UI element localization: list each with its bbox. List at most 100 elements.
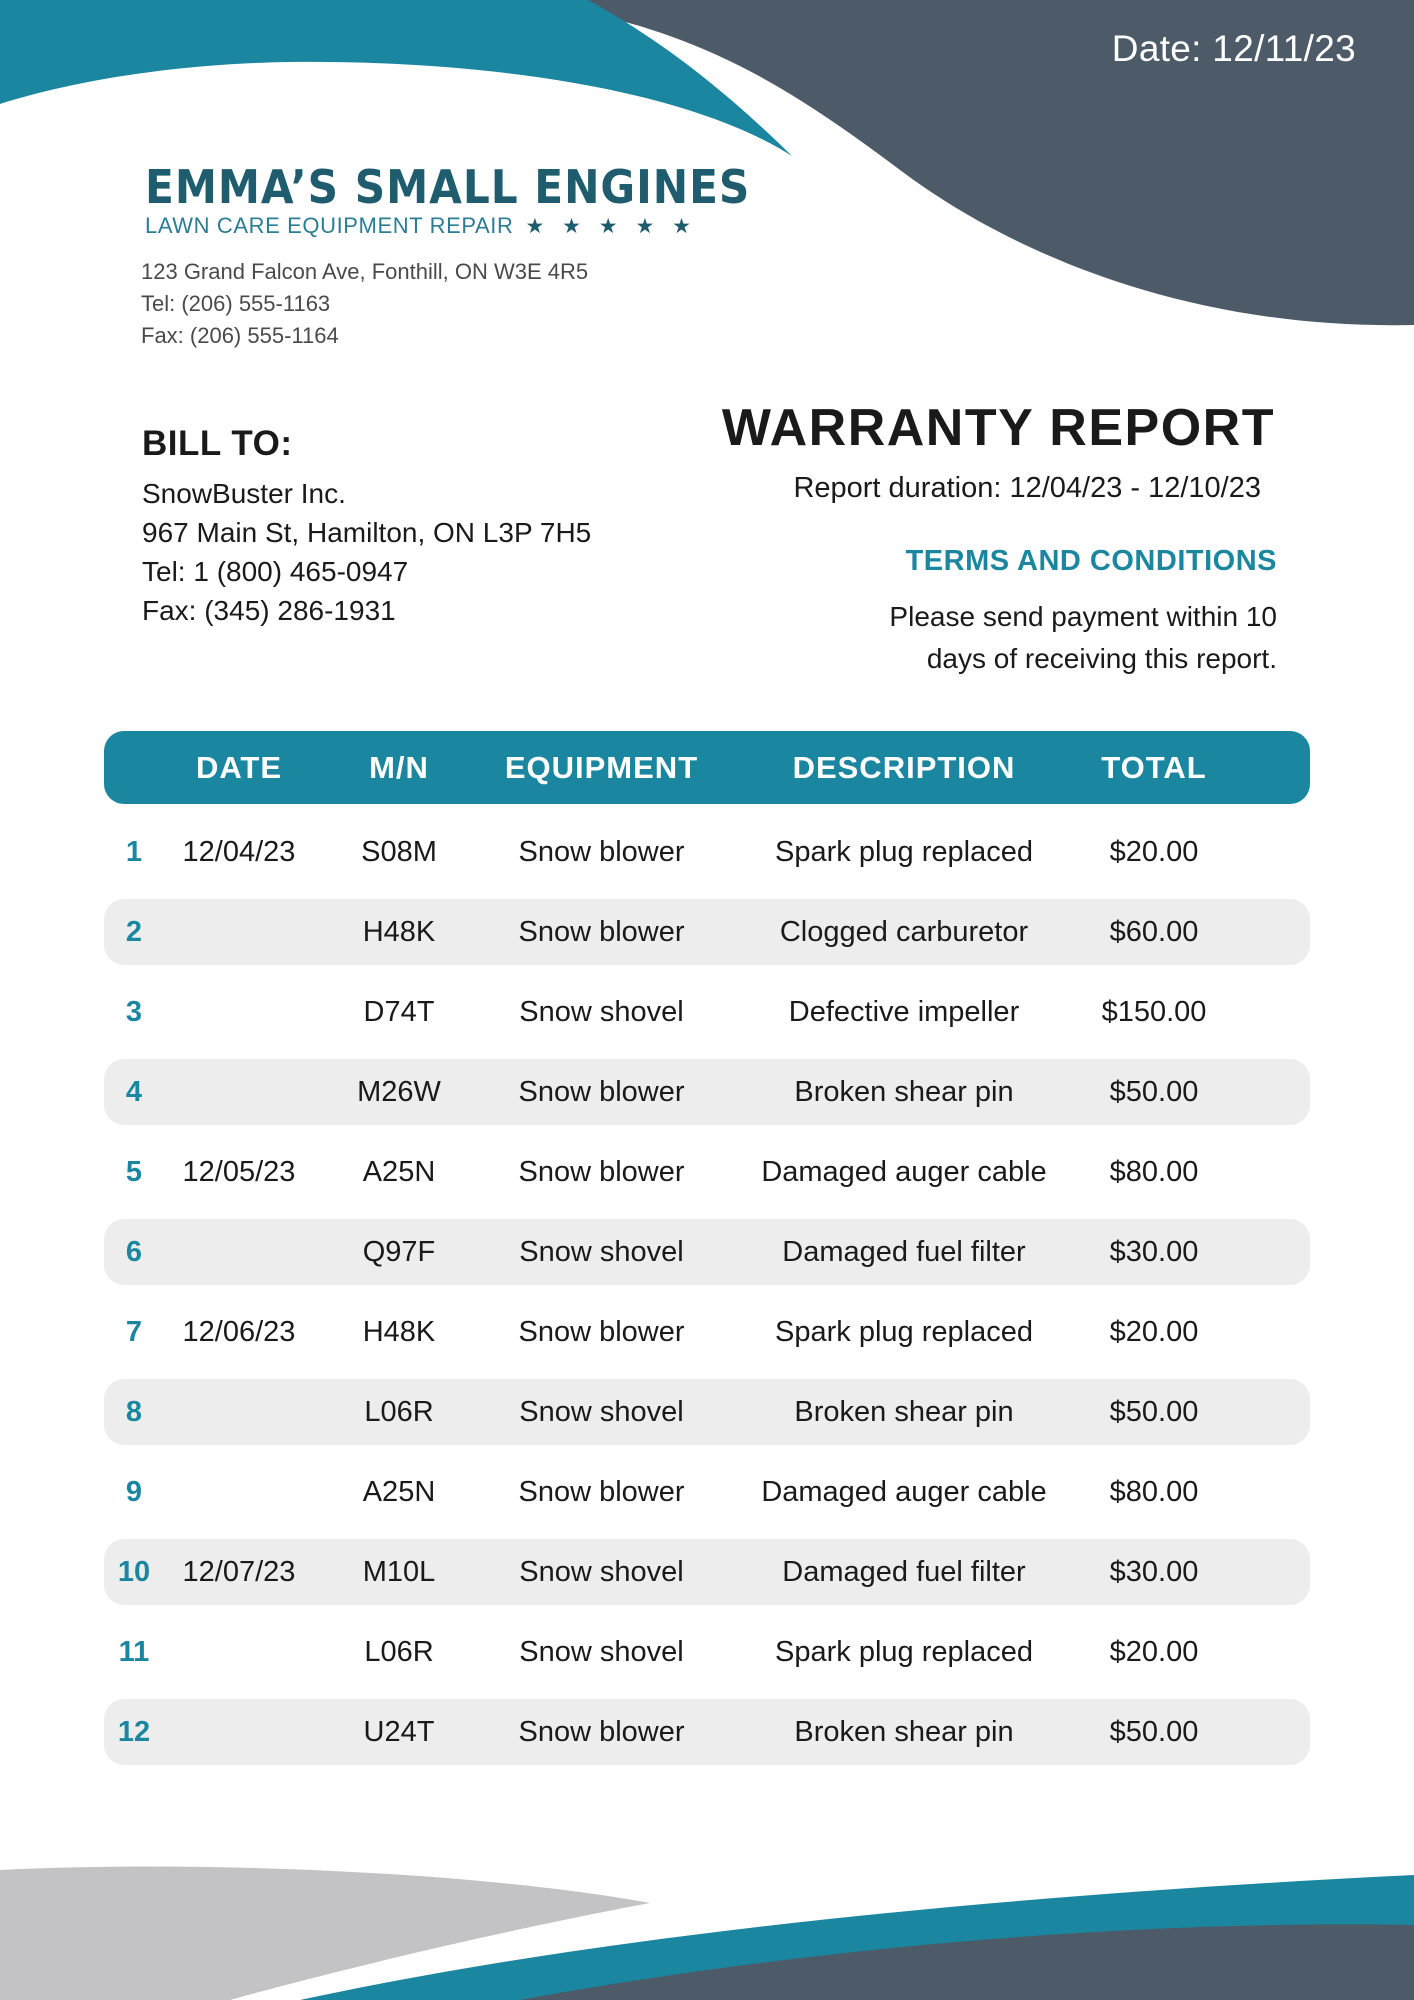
table-row: 3 D74T Snow shovel Defective impeller $1… — [104, 979, 1310, 1045]
row-total: $60.00 — [1109, 915, 1199, 948]
row-mn: M10L — [362, 1555, 436, 1588]
row-description: Damaged auger cable — [761, 1155, 1047, 1188]
row-equipment: Snow shovel — [519, 1555, 684, 1588]
row-equipment: Snow shovel — [519, 1395, 684, 1428]
bill-to-address: 967 Main St, Hamilton, ON L3P 7H5 — [142, 517, 592, 548]
table-row: 10 12/07/23 M10L Snow shovel Damaged fue… — [104, 1539, 1310, 1605]
row-number: 9 — [125, 1475, 143, 1508]
table-row: 9 A25N Snow blower Damaged auger cable $… — [104, 1459, 1310, 1525]
header-mn: M/N — [369, 749, 429, 785]
row-number: 8 — [125, 1395, 143, 1428]
company-contact: 123 Grand Falcon Ave, Fonthill, ON W3E 4… — [141, 256, 588, 352]
row-equipment: Snow blower — [518, 915, 685, 948]
report-duration: Report duration: 12/04/23 - 12/10/23 — [793, 472, 1261, 504]
terms-line: Please send payment within 10 — [889, 601, 1277, 632]
row-date: 12/06/23 — [182, 1315, 296, 1348]
row-mn: Q97F — [362, 1235, 436, 1268]
bill-to-fax: Fax: (345) 286-1931 — [142, 595, 396, 626]
row-mn: H48K — [362, 915, 436, 948]
row-number: 11 — [118, 1635, 150, 1668]
table-row: 8 L06R Snow shovel Broken shear pin $50.… — [104, 1379, 1310, 1445]
bottom-teal-wave — [300, 1875, 1414, 2000]
row-total: $20.00 — [1109, 835, 1199, 868]
top-teal-swoosh — [0, 0, 792, 156]
row-total: $50.00 — [1109, 1395, 1199, 1428]
row-mn: L06R — [364, 1395, 434, 1428]
table-row: 11 L06R Snow shovel Spark plug replaced … — [104, 1619, 1310, 1685]
table-row: 5 12/05/23 A25N Snow blower Damaged auge… — [104, 1139, 1310, 1205]
row-description: Defective impeller — [788, 995, 1020, 1028]
row-total: $30.00 — [1109, 1235, 1199, 1268]
row-equipment: Snow blower — [518, 1475, 685, 1508]
row-mn: S08M — [361, 835, 437, 868]
terms-text: Please send payment within 10 days of re… — [577, 596, 1277, 680]
row-date: 12/07/23 — [182, 1555, 296, 1588]
row-total: $30.00 — [1109, 1555, 1199, 1588]
row-mn: U24T — [363, 1715, 435, 1748]
header-equipment: EQUIPMENT — [504, 749, 699, 785]
row-description: Spark plug replaced — [775, 835, 1033, 868]
table-body: 1 12/04/23 S08M Snow blower Spark plug r… — [104, 819, 1310, 1765]
bottom-slate-wave — [520, 1924, 1414, 2000]
row-description: Damaged fuel filter — [782, 1235, 1026, 1268]
row-number: 5 — [125, 1155, 143, 1188]
report-header: WARRANTY REPORT Report duration: 12/04/2… — [577, 398, 1277, 680]
row-mn: H48K — [362, 1315, 436, 1348]
bill-to-name: SnowBuster Inc. — [142, 478, 346, 509]
terms-heading: TERMS AND CONDITIONS — [905, 545, 1277, 577]
table-row: 7 12/06/23 H48K Snow blower Spark plug r… — [104, 1299, 1310, 1365]
row-number: 6 — [125, 1235, 143, 1268]
company-tel: Tel: (206) 555-1163 — [141, 291, 331, 316]
row-description: Spark plug replaced — [775, 1315, 1033, 1348]
row-description: Clogged carburetor — [779, 915, 1029, 948]
row-number: 3 — [125, 995, 143, 1028]
header-date: DATE — [195, 749, 283, 785]
row-mn: D74T — [363, 995, 435, 1028]
row-description: Spark plug replaced — [775, 1635, 1033, 1668]
row-mn: A25N — [362, 1475, 436, 1508]
row-total: $20.00 — [1109, 1635, 1199, 1668]
table-row: 4 M26W Snow blower Broken shear pin $50.… — [104, 1059, 1310, 1125]
row-description: Broken shear pin — [794, 1395, 1014, 1428]
row-description: Damaged auger cable — [761, 1475, 1047, 1508]
table-row: 6 Q97F Snow shovel Damaged fuel filter $… — [104, 1219, 1310, 1285]
table-header: DATE M/N EQUIPMENT DESCRIPTION TOTAL — [104, 731, 1310, 804]
company-fax: Fax: (206) 555-1164 — [141, 323, 339, 348]
header-description: DESCRIPTION — [792, 749, 1016, 785]
logo-subtitle-row: LAWN CARE EQUIPMENT REPAIR ★ ★ ★ ★ ★ — [145, 213, 691, 239]
row-total: $20.00 — [1109, 1315, 1199, 1348]
row-equipment: Snow shovel — [519, 1635, 684, 1668]
row-equipment: Snow blower — [518, 1155, 685, 1188]
table-row: 12 U24T Snow blower Broken shear pin $50… — [104, 1699, 1310, 1765]
row-mn: M26W — [357, 1075, 441, 1108]
row-total: $50.00 — [1109, 1715, 1199, 1748]
row-description: Broken shear pin — [794, 1715, 1014, 1748]
row-total: $150.00 — [1101, 995, 1207, 1028]
row-number: 10 — [117, 1555, 151, 1588]
report-date: Date: 12/11/23 — [1111, 28, 1356, 69]
row-equipment: Snow blower — [518, 1315, 685, 1348]
logo-title: EMMA’S SMALL ENGINES — [145, 160, 751, 214]
header-total: TOTAL — [1101, 749, 1207, 785]
row-number: 7 — [125, 1315, 143, 1348]
row-equipment: Snow blower — [518, 1715, 685, 1748]
row-number: 1 — [125, 835, 143, 868]
table-row: 1 12/04/23 S08M Snow blower Spark plug r… — [104, 819, 1310, 885]
row-number: 2 — [125, 915, 143, 948]
bottom-gray-swoosh — [0, 1866, 650, 2000]
row-total: $80.00 — [1109, 1475, 1199, 1508]
row-equipment: Snow blower — [518, 835, 685, 868]
row-equipment: Snow shovel — [519, 1235, 684, 1268]
row-description: Broken shear pin — [794, 1075, 1014, 1108]
row-mn: A25N — [362, 1155, 436, 1188]
bill-to-heading: BILL TO: — [142, 424, 293, 463]
row-number: 12 — [117, 1715, 151, 1748]
row-number: 4 — [125, 1075, 143, 1108]
bill-to-section: BILL TO: SnowBuster Inc. 967 Main St, Ha… — [142, 424, 591, 630]
row-equipment: Snow blower — [518, 1075, 685, 1108]
terms-line: days of receiving this report. — [926, 643, 1277, 674]
row-mn: L06R — [364, 1635, 434, 1668]
row-date: 12/04/23 — [182, 835, 296, 868]
row-description: Damaged fuel filter — [782, 1555, 1026, 1588]
table-row: 2 H48K Snow blower Clogged carburetor $6… — [104, 899, 1310, 965]
